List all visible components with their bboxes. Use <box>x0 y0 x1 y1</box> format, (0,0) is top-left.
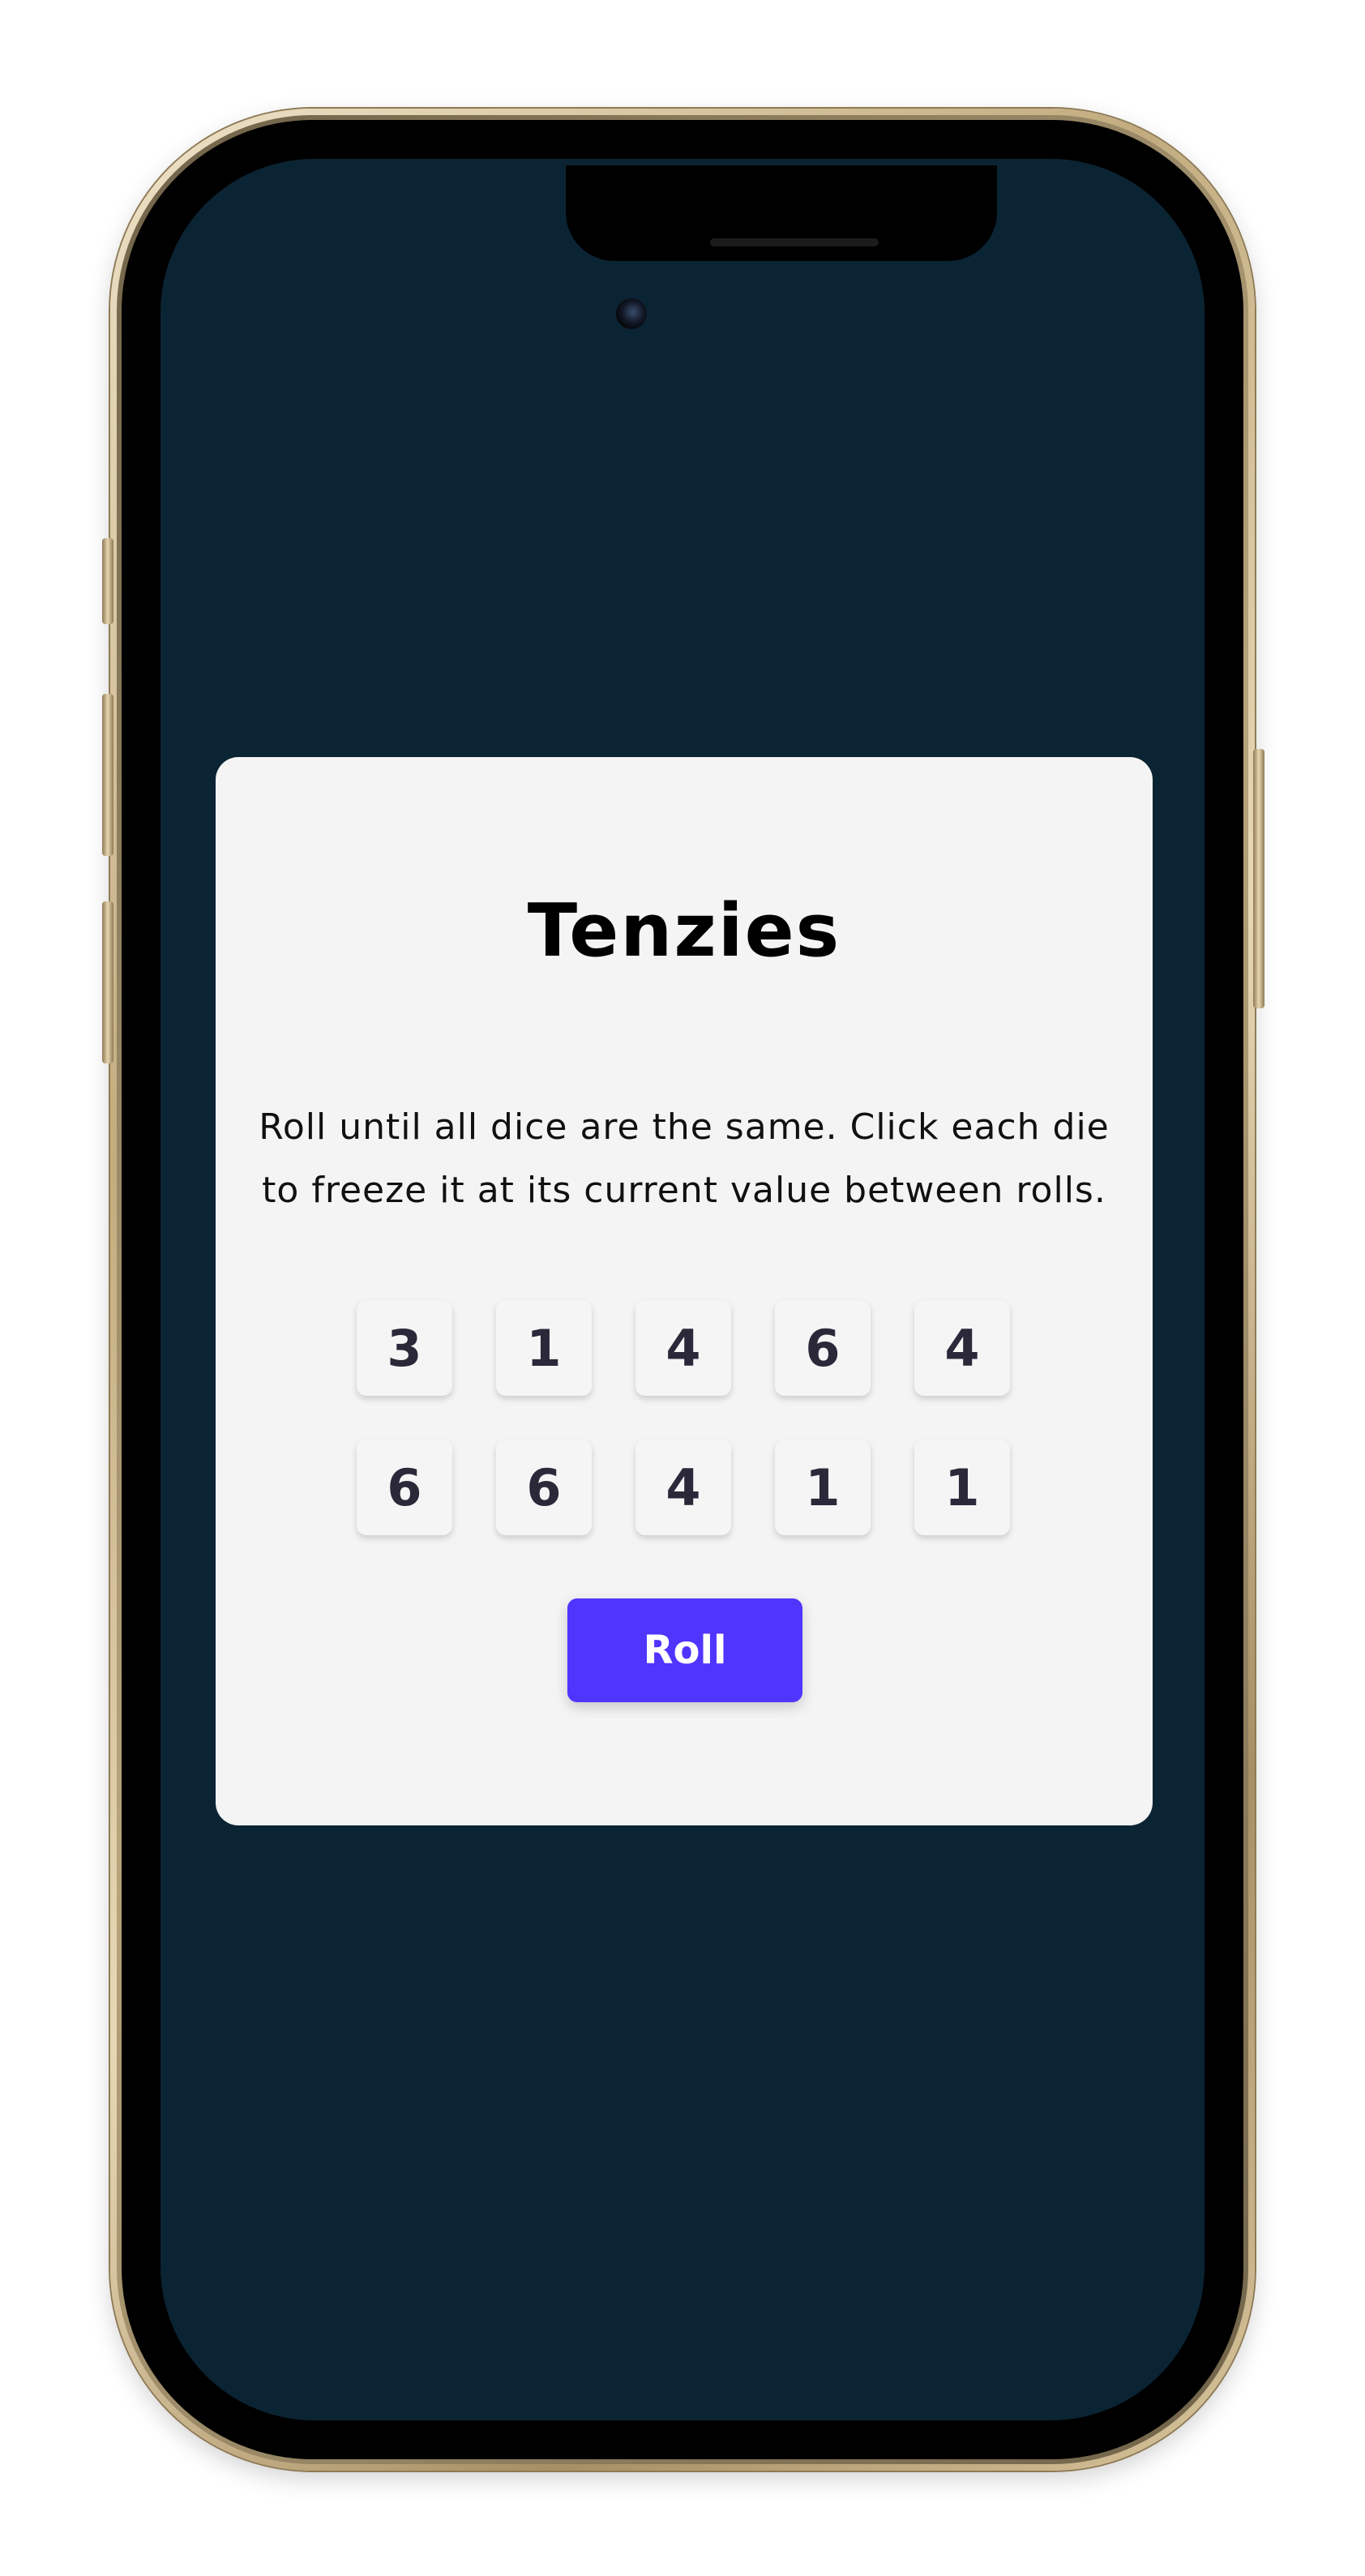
die-4[interactable]: 6 <box>775 1300 871 1396</box>
die-7[interactable]: 6 <box>496 1440 592 1535</box>
die-2[interactable]: 1 <box>496 1300 592 1396</box>
die-3[interactable]: 4 <box>635 1300 731 1396</box>
die-10[interactable]: 1 <box>914 1440 1010 1535</box>
earpiece-speaker <box>710 238 879 246</box>
front-camera-icon <box>616 298 647 329</box>
page-title: Tenzies <box>527 888 841 973</box>
game-instructions: Roll until all dice are the same. Click … <box>259 1106 1110 1211</box>
phone-screen-area: Tenzies Roll until all dice are the same… <box>110 109 1255 2471</box>
die-5[interactable]: 4 <box>914 1300 1010 1396</box>
die-8[interactable]: 4 <box>635 1440 731 1535</box>
power-button <box>1253 749 1264 1008</box>
die-1[interactable]: 3 <box>357 1300 452 1396</box>
roll-button[interactable]: Roll <box>567 1598 802 1702</box>
die-6[interactable]: 6 <box>357 1440 452 1535</box>
tenzies-card: Tenzies Roll until all dice are the same… <box>216 757 1153 1825</box>
die-9[interactable]: 1 <box>775 1440 871 1535</box>
app-screen: Tenzies Roll until all dice are the same… <box>160 159 1205 2420</box>
phone-notch <box>566 165 997 261</box>
dice-grid: 3 1 4 6 4 6 6 4 1 1 <box>357 1300 1015 1535</box>
